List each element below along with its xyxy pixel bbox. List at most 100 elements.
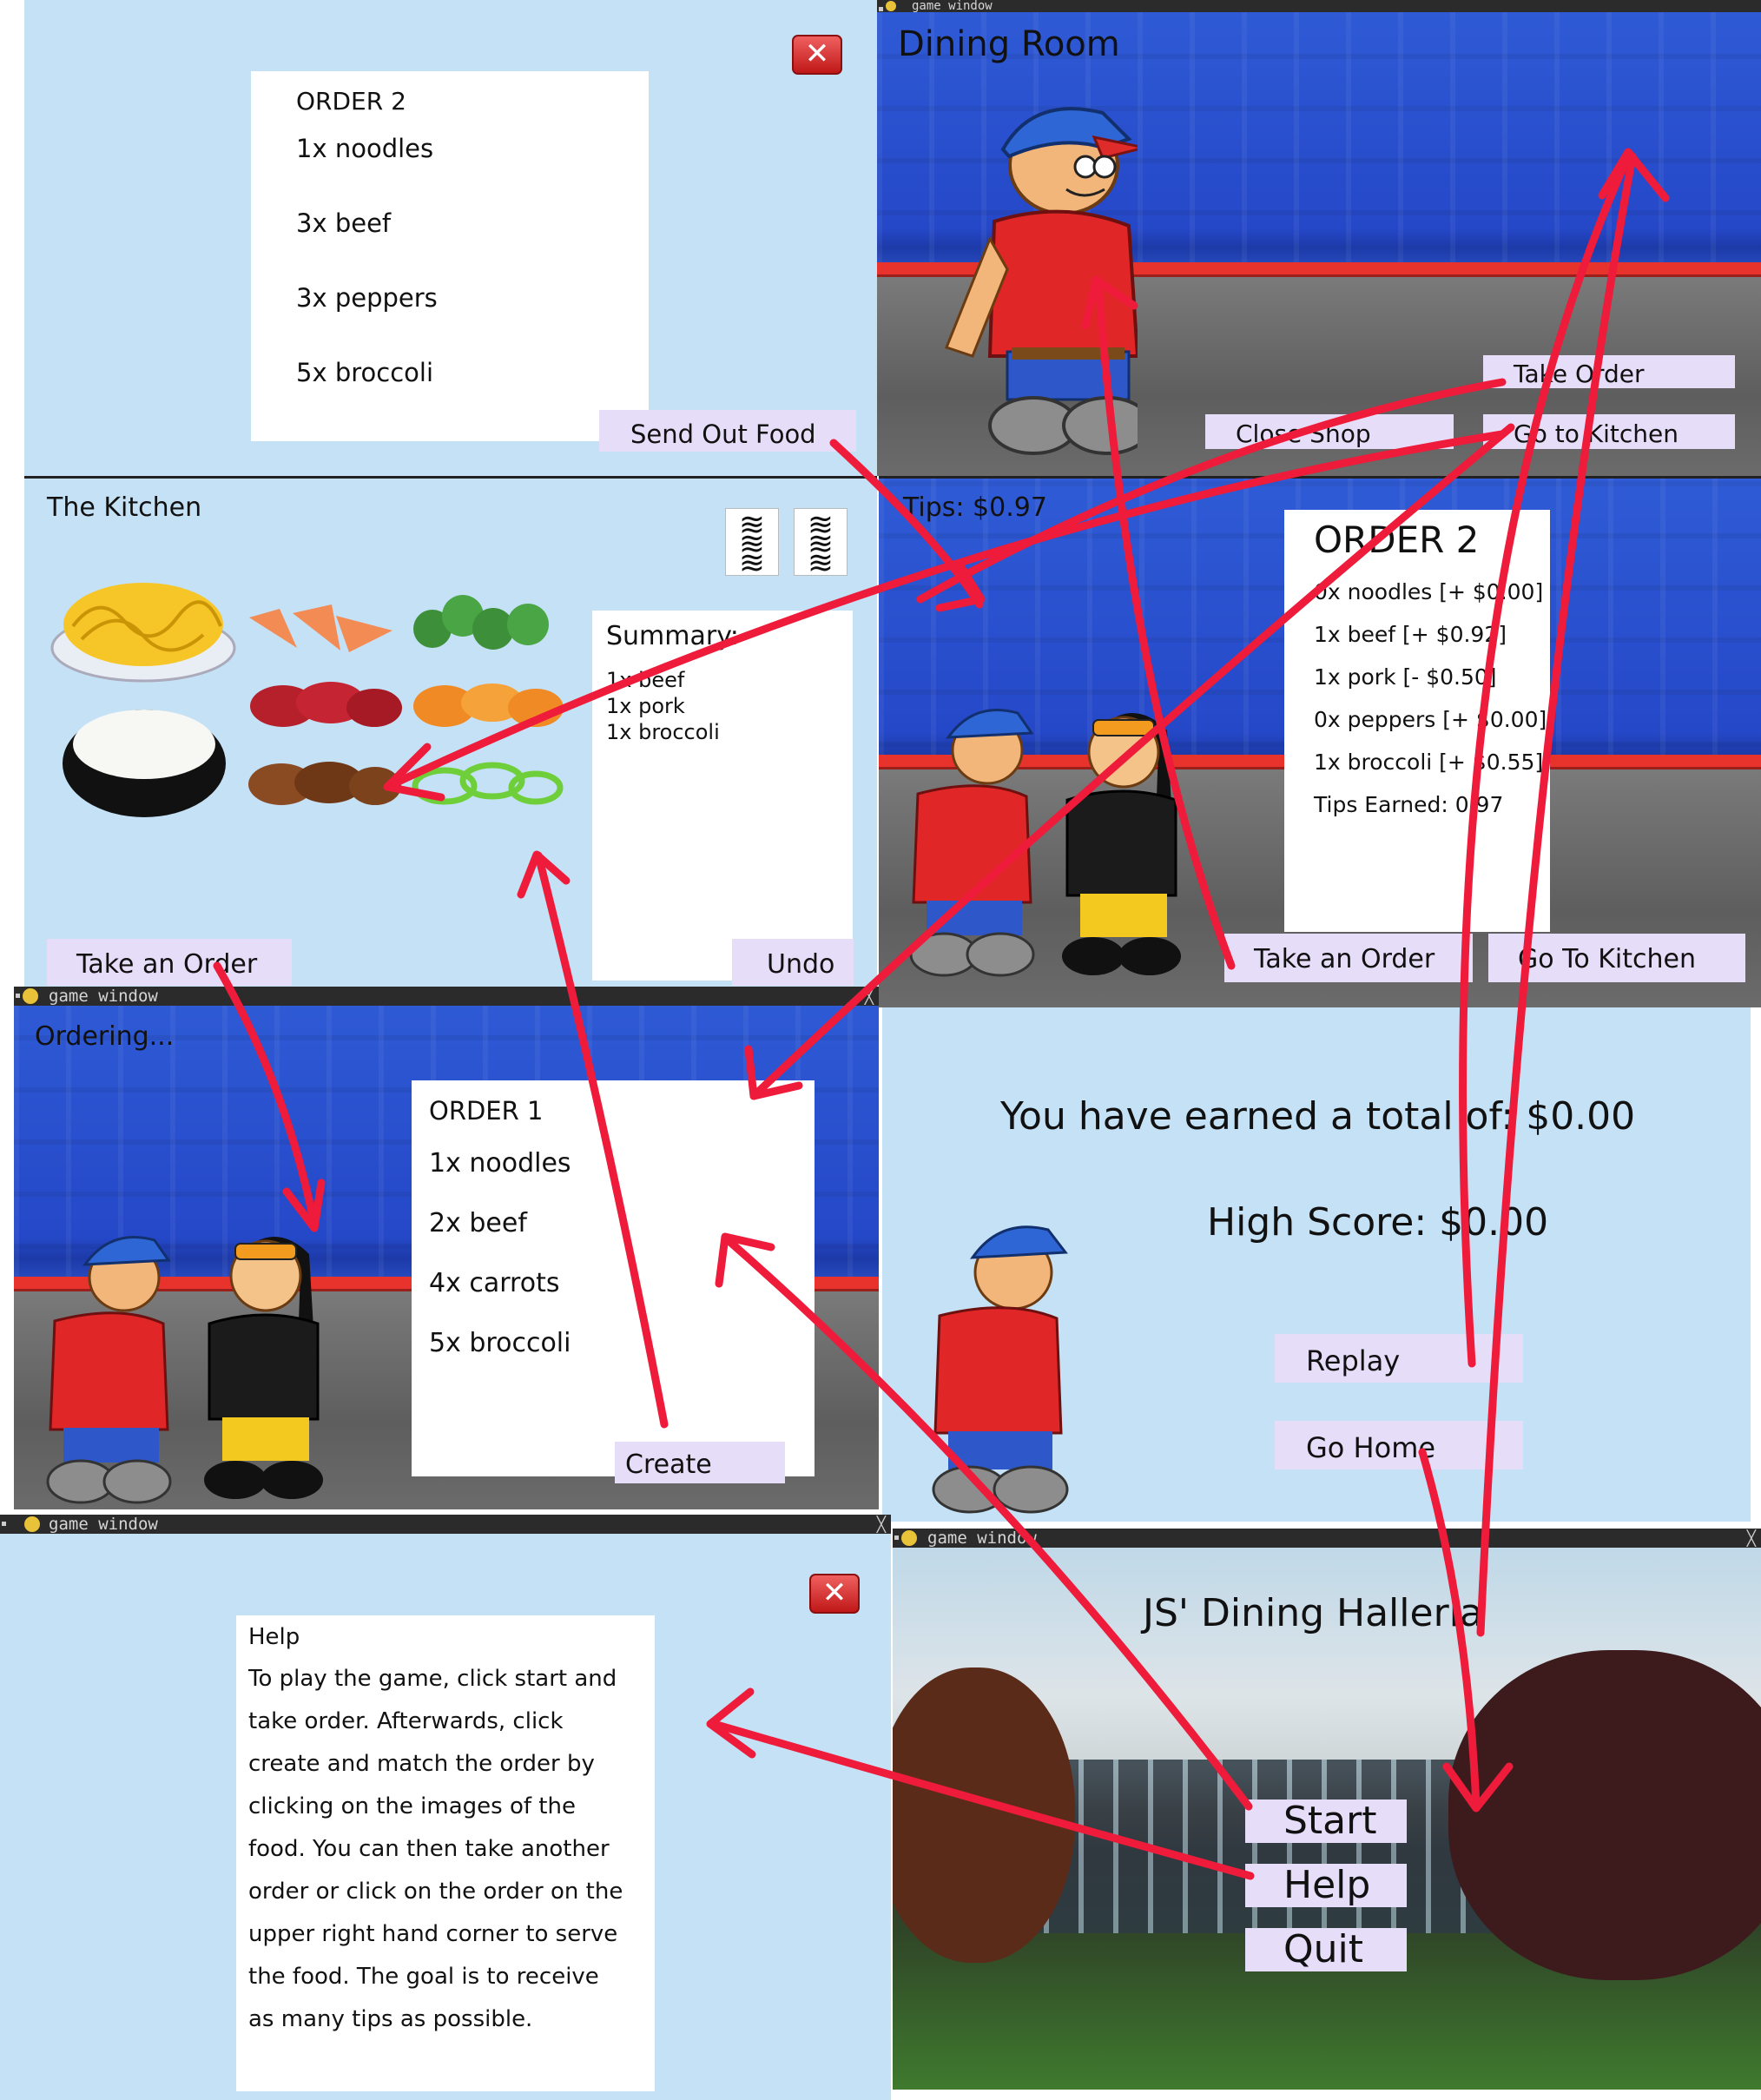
end-screen-window: You have earned a total of: $0.00 High S… <box>882 1007 1751 1522</box>
help-button[interactable]: Help <box>1245 1864 1407 1907</box>
cook-character <box>909 709 1035 977</box>
result-line: 1x beef [+ $0.92] <box>1314 622 1507 647</box>
peppers-icon[interactable] <box>410 756 566 812</box>
salmon-icon[interactable] <box>245 600 401 661</box>
kitchen-window: The Kitchen ≋ ≋ ≋ ≋ ≋ ≋ Summary: 1x beef… <box>24 476 877 987</box>
result-line: 0x noodles [+ $0.00] <box>1314 579 1544 604</box>
result-line: 1x pork [- $0.50] <box>1314 664 1497 690</box>
pygame-icon <box>886 1 896 11</box>
help-line: food. You can then take another <box>248 1836 610 1862</box>
page-title: Ordering... <box>35 1021 175 1052</box>
help-title: Help <box>248 1624 300 1650</box>
replay-button[interactable]: Replay <box>1275 1334 1523 1383</box>
order-item: 1x noodles <box>296 134 434 163</box>
undo-button[interactable]: Undo <box>732 939 854 986</box>
close-icon[interactable]: ╳ <box>1747 1529 1756 1549</box>
total-earned-text: You have earned a total of: $0.00 <box>1000 1094 1636 1139</box>
close-icon[interactable]: ╳ <box>877 1516 886 1535</box>
window-title: game window <box>927 1529 1037 1548</box>
order-item: 1x noodles <box>429 1148 571 1179</box>
ordering-window: game window ╳ Ordering... ORDER 1 1x noo… <box>14 987 879 1509</box>
result-line: 0x peppers [+ $0.00] <box>1314 707 1547 732</box>
help-line: the food. The goal is to receive <box>248 1964 599 1990</box>
ticket-icon[interactable]: ≋ ≋ ≋ <box>794 508 848 579</box>
carrots-icon[interactable] <box>410 678 566 734</box>
order-item: 5x broccoli <box>429 1328 571 1358</box>
help-line: To play the game, click start and <box>248 1666 617 1692</box>
tips-label: Tips: $0.97 <box>903 492 1047 523</box>
order-item: 4x carrots <box>429 1268 560 1298</box>
dining-room-window: game window Dining Room Take Order Close… <box>877 0 1761 476</box>
window-title: game window <box>912 0 993 13</box>
customer-character <box>1062 713 1181 975</box>
create-button[interactable]: Create <box>615 1442 785 1483</box>
summary-line: 1x pork <box>606 694 685 718</box>
help-line: order or click on the order on the <box>248 1879 623 1905</box>
order-item: 3x beef <box>296 208 392 238</box>
help-line: as many tips as possible. <box>248 2006 533 2032</box>
window-titlebar: game window ╳ <box>0 1515 891 1534</box>
high-score-text: High Score: $0.00 <box>1207 1200 1549 1245</box>
background-tree <box>893 1667 1075 1963</box>
tips-earned: Tips Earned: 0.97 <box>1314 792 1504 817</box>
close-icon[interactable]: ╳ <box>865 987 874 1007</box>
take-order-button[interactable]: Take Order <box>1483 355 1735 388</box>
summary-card: Summary: 1x beef 1x pork 1x broccoli <box>592 611 853 981</box>
window-title: game window <box>49 1515 158 1534</box>
result-line: 1x broccoli [+ $0.55] <box>1314 750 1544 775</box>
help-line: upper right hand corner to serve <box>248 1921 618 1947</box>
window-title: game window <box>49 987 158 1006</box>
page-title: The Kitchen <box>47 492 202 523</box>
pygame-icon <box>23 988 38 1004</box>
customer-character <box>204 1237 323 1499</box>
help-line: create and match the order by <box>248 1751 595 1777</box>
cook-character <box>932 1225 1069 1514</box>
take-an-order-button[interactable]: Take an Order <box>47 939 292 986</box>
tips-window: Tips: $0.97 ORDER 2 0x noodles [+ $0.00]… <box>879 476 1761 1007</box>
go-to-kitchen-button[interactable]: Go to Kitchen <box>1483 414 1735 449</box>
order-ticket: ORDER 1 1x noodles 2x beef 4x carrots 5x… <box>412 1080 815 1476</box>
pygame-icon <box>901 1530 917 1546</box>
summary-line: 1x beef <box>606 668 685 692</box>
home-window: game window ╳ JS' Dining Halleria Start … <box>893 1529 1761 2090</box>
order-title: ORDER 1 <box>429 1096 544 1126</box>
quit-button[interactable]: Quit <box>1245 1928 1407 1971</box>
go-to-kitchen-button[interactable]: Go To Kitchen <box>1488 934 1745 982</box>
close-shop-button[interactable]: Close Shop <box>1205 414 1454 449</box>
beef-icon[interactable] <box>248 677 403 736</box>
broccoli-icon[interactable] <box>406 590 563 664</box>
ticket-icon[interactable]: ≋ ≋ ≋ <box>725 508 779 579</box>
window-titlebar: game window <box>877 0 1761 12</box>
window-titlebar: game window ╳ <box>893 1529 1761 1548</box>
noodles-icon[interactable] <box>47 574 240 687</box>
cook-character <box>945 107 1138 455</box>
order-item: 5x broccoli <box>296 358 434 387</box>
go-home-button[interactable]: Go Home <box>1275 1421 1523 1469</box>
send-out-panel: ✕ ORDER 2 1x noodles 3x beef 3x peppers … <box>24 0 877 476</box>
order-ticket: ORDER 2 1x noodles 3x beef 3x peppers 5x… <box>251 71 649 441</box>
start-button[interactable]: Start <box>1245 1800 1407 1843</box>
take-an-order-button[interactable]: Take an Order <box>1224 934 1473 982</box>
order-title: ORDER 2 <box>1314 518 1480 561</box>
summary-line: 1x broccoli <box>606 720 720 744</box>
pork-icon[interactable] <box>247 756 403 812</box>
help-line: clicking on the images of the <box>248 1793 576 1819</box>
help-card: Help To play the game, click start and t… <box>236 1615 655 2091</box>
help-line: take order. Afterwards, click <box>248 1708 564 1734</box>
background-tree <box>1448 1650 1761 1980</box>
window-titlebar: game window ╳ <box>14 987 879 1006</box>
close-icon[interactable]: ✕ <box>792 35 842 75</box>
send-out-food-button[interactable]: Send Out Food <box>599 410 856 452</box>
page-title: JS' Dining Halleria <box>1143 1591 1483 1635</box>
page-title: Dining Room <box>898 24 1120 64</box>
order-result-card: ORDER 2 0x noodles [+ $0.00] 1x beef [+ … <box>1284 510 1550 932</box>
order-title: ORDER 2 <box>296 87 406 116</box>
summary-title: Summary: <box>606 621 739 651</box>
order-item: 2x beef <box>429 1208 527 1238</box>
help-window: game window ╳ ✕ Help To play the game, c… <box>0 1515 891 2100</box>
pygame-icon <box>24 1516 40 1532</box>
close-icon[interactable]: ✕ <box>809 1574 860 1614</box>
rice-icon[interactable] <box>61 703 228 826</box>
order-item: 3x peppers <box>296 283 438 313</box>
cook-character <box>46 1236 172 1504</box>
